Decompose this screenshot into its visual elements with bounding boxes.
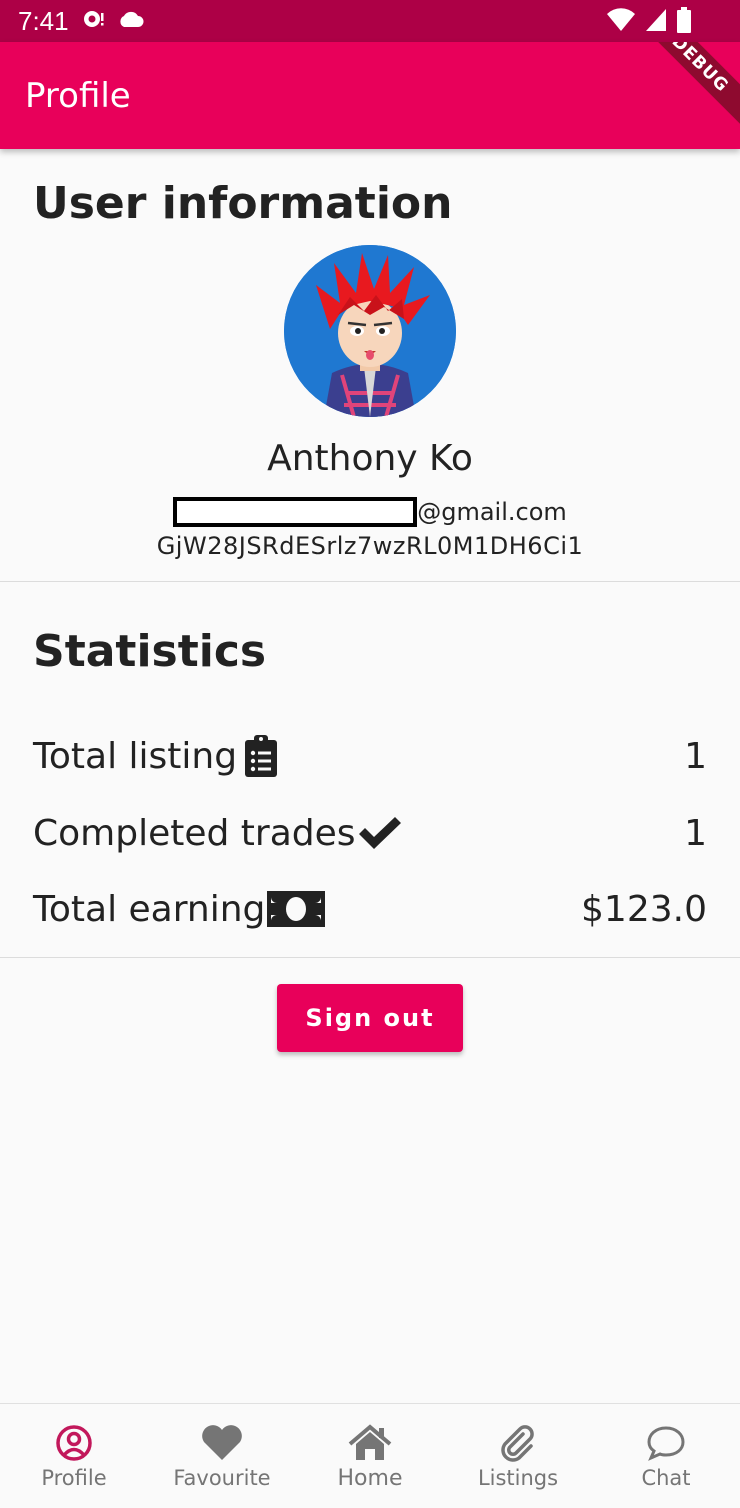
nav-label: Home xyxy=(337,1466,403,1491)
money-bill-icon xyxy=(267,891,326,927)
sign-out-button[interactable]: Sign out xyxy=(277,984,463,1052)
battery-icon xyxy=(676,6,692,38)
stat-label: Completed trades xyxy=(33,812,356,854)
stat-value: 1 xyxy=(684,735,707,777)
clipboard-list-icon xyxy=(243,735,279,777)
signal-icon xyxy=(644,7,668,37)
status-bar: 7:41 xyxy=(0,0,740,42)
stat-row-total-earning: Total earning $123.0 xyxy=(33,884,707,934)
nav-item-chat[interactable]: Chat xyxy=(592,1404,740,1508)
user-name: Anthony Ko xyxy=(267,438,473,479)
divider xyxy=(0,957,740,958)
nav-item-listings[interactable]: Listings xyxy=(444,1404,592,1508)
nav-item-profile[interactable]: Profile xyxy=(0,1404,148,1508)
stat-label: Total listing xyxy=(33,735,238,777)
notification-icon xyxy=(81,7,105,35)
bottom-navigation: Profile Favourite Home Listings Chat xyxy=(0,1403,740,1508)
stat-label: Total earning xyxy=(33,888,266,930)
nav-label: Listings xyxy=(477,1466,559,1490)
wifi-icon xyxy=(606,7,636,37)
page-title: Profile xyxy=(25,75,131,116)
divider xyxy=(0,581,740,582)
nav-item-home[interactable]: Home xyxy=(296,1404,444,1508)
status-time: 7:41 xyxy=(18,5,69,36)
nav-item-favourite[interactable]: Favourite xyxy=(148,1404,296,1508)
user-circle-icon xyxy=(55,1424,93,1462)
user-info-title: User information xyxy=(33,178,453,229)
chat-bubble-icon xyxy=(646,1424,686,1462)
avatar xyxy=(284,245,456,417)
heart-icon xyxy=(201,1424,243,1462)
user-id: GjW28JSRdESrlz7wzRL0M1DH6Ci1 xyxy=(156,532,584,560)
check-icon xyxy=(356,815,404,851)
nav-label: Chat xyxy=(641,1466,691,1490)
email-redaction-box xyxy=(173,497,418,527)
statistics-title: Statistics xyxy=(33,626,267,677)
stat-row-total-listing: Total listing 1 xyxy=(33,731,707,781)
debug-banner: DEBUG xyxy=(633,42,740,131)
email-suffix: @gmail.com xyxy=(417,498,567,526)
nav-label: Favourite xyxy=(173,1466,271,1490)
stat-value: 1 xyxy=(684,812,707,854)
paperclip-icon xyxy=(499,1424,537,1462)
stat-row-completed-trades: Completed trades 1 xyxy=(33,808,707,858)
stat-value: $123.0 xyxy=(581,888,707,930)
cloud-icon xyxy=(117,9,145,33)
nav-label: Profile xyxy=(41,1466,107,1490)
user-email: @gmail.com xyxy=(0,497,740,527)
home-icon xyxy=(348,1424,392,1462)
app-bar: Profile DEBUG xyxy=(0,42,740,149)
